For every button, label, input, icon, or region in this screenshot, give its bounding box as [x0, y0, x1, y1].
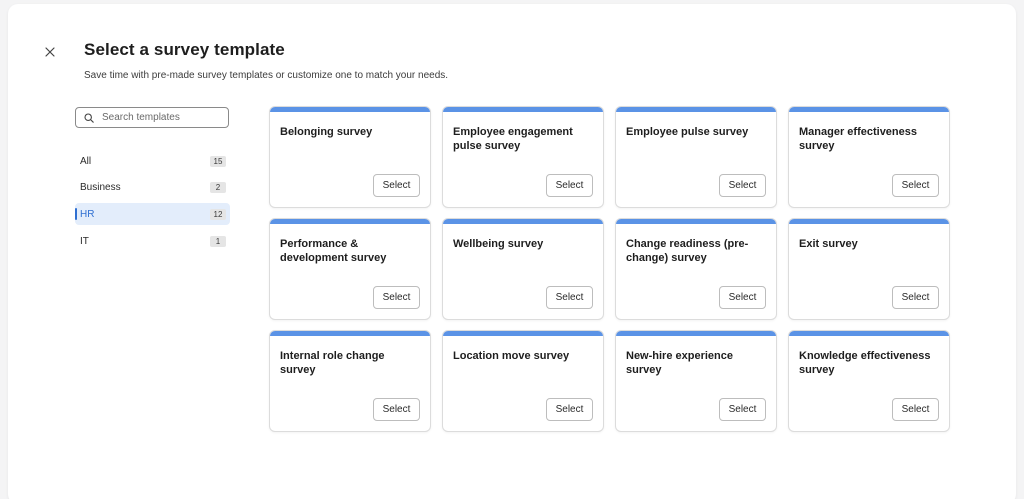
template-card: Employee pulse survey Select	[615, 106, 777, 208]
category-count-badge: 2	[210, 182, 226, 194]
card-accent-bar	[443, 107, 603, 112]
search-input[interactable]	[102, 112, 222, 123]
card-title: Location move survey	[453, 350, 570, 362]
select-button[interactable]: Select	[373, 174, 420, 197]
template-card: Internal role change survey Select	[269, 330, 431, 432]
card-title: Belonging survey	[280, 126, 373, 138]
category-count-badge: 15	[210, 155, 226, 167]
category-label: Business	[80, 182, 121, 194]
category-count-badge: 1	[210, 235, 226, 247]
card-accent-bar	[789, 331, 949, 336]
template-card: New-hire experience survey Select	[615, 330, 777, 432]
select-button[interactable]: Select	[546, 398, 593, 421]
category-list: All 15 Business 2 HR 12 IT 1	[75, 150, 230, 257]
search-box[interactable]	[75, 107, 229, 128]
card-title: New-hire experience survey	[626, 350, 733, 376]
card-accent-bar	[616, 331, 776, 336]
category-label: All	[80, 155, 92, 167]
card-title: Employee engagement pulse survey	[453, 126, 573, 152]
card-title: Change readiness (pre-change) survey	[626, 238, 749, 264]
select-button[interactable]: Select	[892, 398, 939, 421]
card-accent-bar	[443, 219, 603, 224]
template-card: Knowledge effectiveness survey Select	[788, 330, 950, 432]
select-button[interactable]: Select	[892, 174, 939, 197]
category-label: HR	[80, 208, 95, 220]
select-button[interactable]: Select	[546, 286, 593, 309]
card-accent-bar	[616, 107, 776, 112]
select-button[interactable]: Select	[719, 286, 766, 309]
card-title: Knowledge effectiveness survey	[799, 350, 931, 376]
card-accent-bar	[789, 219, 949, 224]
card-accent-bar	[270, 219, 430, 224]
template-card: Location move survey Select	[442, 330, 604, 432]
close-button[interactable]	[42, 44, 58, 60]
template-grid: Belonging survey Select Employee engagemen…	[269, 106, 950, 432]
dialog-subtitle: Save time with pre-made survey templates…	[84, 70, 449, 81]
card-title: Wellbeing survey	[453, 238, 544, 250]
close-icon	[45, 47, 55, 57]
card-accent-bar	[270, 331, 430, 336]
template-card: Belonging survey Select	[269, 106, 431, 208]
category-label: IT	[80, 235, 89, 247]
card-title: Performance & development survey	[280, 238, 387, 264]
category-item-all[interactable]: All 15	[75, 150, 230, 172]
template-card: Change readiness (pre-change) survey Sele…	[615, 218, 777, 320]
template-card: Exit survey Select	[788, 218, 950, 320]
card-accent-bar	[270, 107, 430, 112]
category-item-hr[interactable]: HR 12	[75, 203, 230, 226]
template-card: Performance & development survey Select	[269, 218, 431, 320]
select-button[interactable]: Select	[719, 174, 766, 197]
card-title: Employee pulse survey	[626, 126, 749, 138]
card-accent-bar	[443, 331, 603, 336]
category-item-it[interactable]: IT 1	[75, 230, 230, 252]
template-card: Manager effectiveness survey Select	[788, 106, 950, 208]
category-item-business[interactable]: Business 2	[75, 177, 230, 199]
category-count-badge: 12	[210, 208, 226, 220]
card-accent-bar	[616, 219, 776, 224]
select-button[interactable]: Select	[892, 286, 939, 309]
dialog-title: Select a survey template	[84, 40, 285, 59]
select-button[interactable]: Select	[546, 174, 593, 197]
search-icon	[84, 112, 94, 123]
card-title: Manager effectiveness survey	[799, 126, 917, 152]
select-button[interactable]: Select	[373, 398, 420, 421]
card-title: Internal role change survey	[280, 350, 385, 376]
template-card: Employee engagement pulse survey Select	[442, 106, 604, 208]
template-card: Wellbeing survey Select	[442, 218, 604, 320]
card-title: Exit survey	[799, 238, 858, 250]
select-button[interactable]: Select	[719, 398, 766, 421]
select-button[interactable]: Select	[373, 286, 420, 309]
card-accent-bar	[789, 107, 949, 112]
